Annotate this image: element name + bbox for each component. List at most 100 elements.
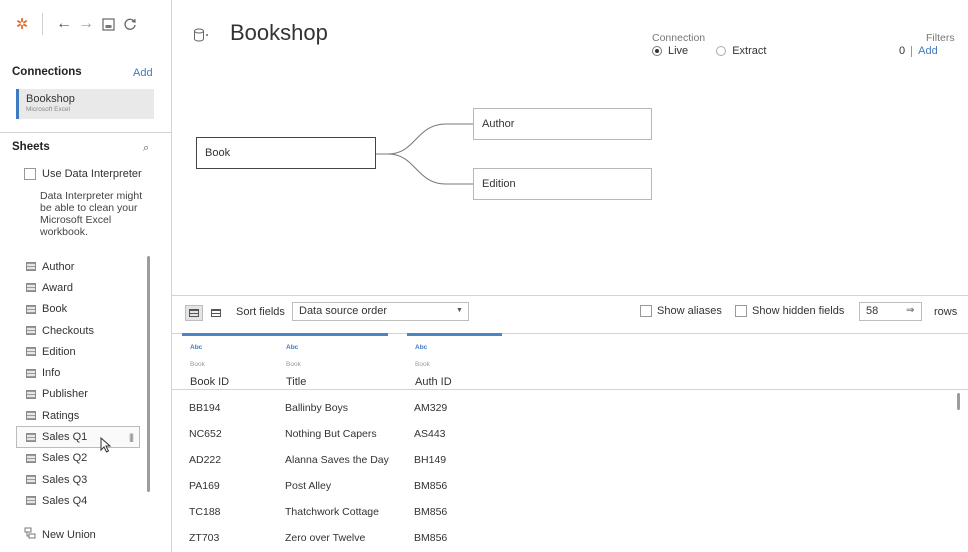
sheet-item-book[interactable]: Book [26,299,141,320]
connection-mode-group: Live Extract [652,45,766,57]
sheets-title: Sheets [12,141,50,153]
show-hidden-fields-checkbox[interactable] [735,305,747,317]
canvas-table-author[interactable]: Author [473,108,652,140]
live-label: Live [668,45,689,57]
sheet-item-sales-q2[interactable]: Sales Q2 [26,448,141,469]
cell-title: Nothing But Capers [285,428,377,440]
grid-view-button[interactable] [185,305,203,321]
sheet-item-publisher[interactable]: Publisher [26,384,141,405]
sheet-label: Sales Q4 [42,494,88,507]
show-aliases-option[interactable]: Show aliases [640,305,722,317]
left-pane: ✲ ← → Connections Add Bookshop Microsoft… [0,0,172,552]
arrow-left-icon[interactable]: ← [53,13,75,35]
list-view-button[interactable] [207,305,225,321]
sheet-table-icon [26,432,36,442]
string-type-icon[interactable]: Abc [286,344,298,351]
cell-auth-id: BM856 [414,532,448,544]
list-view-icon [211,309,221,317]
table-row: PA169 Post Alley BM856 [172,471,952,497]
sheet-item-checkouts[interactable]: Checkouts [26,320,141,341]
arrow-right-icon[interactable]: ⇒ [906,305,914,316]
sort-fields-label: Sort fields [236,306,285,318]
data-interpreter-checkbox[interactable] [24,168,36,180]
sheet-label: Publisher [42,388,88,401]
sheets-scrollbar[interactable] [147,256,150,492]
sheet-label: Book [42,303,68,316]
column-source: Book [286,361,301,368]
column-name: Title [286,376,307,388]
cell-title: Alanna Saves the Day [285,454,389,466]
sheet-item-sales-q3[interactable]: Sales Q3 [26,469,141,490]
table-row: BB194 Ballinby Boys AM329 [172,393,952,419]
datasource-title[interactable]: Bookshop [230,20,328,46]
sheet-table-icon [26,304,36,314]
add-filter-link[interactable]: Add [918,45,938,57]
canvas-table-book[interactable]: Book [196,137,376,169]
sheet-list: Author Award Book Checkouts Edition Info… [16,256,141,512]
sheet-item-award[interactable]: Award [26,277,141,298]
tableau-logo-icon[interactable]: ✲ [12,14,32,34]
cell-book-id: PA169 [189,480,220,492]
sheet-item-info[interactable]: Info [26,362,141,383]
grid-scrollbar[interactable] [957,393,960,410]
column-source: Book [415,361,430,368]
sheet-item-author[interactable]: Author [26,256,141,277]
show-hidden-fields-option[interactable]: Show hidden fields [735,305,844,317]
table-row: AD222 Alanna Saves the Day BH149 [172,445,952,471]
string-type-icon[interactable]: Abc [415,344,427,351]
data-interpreter-option[interactable]: Use Data Interpreter [24,168,142,180]
cell-auth-id: AM329 [414,402,448,414]
cell-auth-id: BM856 [414,480,448,492]
sheet-item-sales-q1[interactable]: Sales Q1 ||| [16,426,140,448]
cell-book-id: TC188 [189,506,221,518]
extract-radio[interactable] [716,46,727,56]
cell-book-id: NC652 [189,428,222,440]
datasource-icon [193,27,213,47]
search-icon[interactable]: ⌕ [143,142,149,155]
cell-book-id: AD222 [189,454,222,466]
filters-row: 0 Add [899,45,938,57]
sheet-label: Checkouts [42,324,94,337]
new-union-item[interactable]: New Union [24,527,96,542]
sheet-item-sales-q4[interactable]: Sales Q4 [26,490,141,511]
filters-label: Filters [926,32,955,44]
sheet-table-icon [26,496,36,506]
sort-fields-select[interactable]: Data source order [292,302,469,321]
string-type-icon[interactable]: Abc [190,344,202,351]
sheet-table-icon [26,347,36,357]
sheet-item-edition[interactable]: Edition [26,341,141,362]
view-data-icon[interactable]: ||| [129,432,134,442]
column-name: Book ID [190,376,230,388]
cell-book-id: BB194 [189,402,221,414]
sheet-label: Sales Q2 [42,452,88,465]
save-icon[interactable] [97,13,119,35]
arrow-right-icon[interactable]: → [75,13,97,35]
sheet-table-icon [26,262,36,272]
canvas-table-edition[interactable]: Edition [473,168,652,200]
show-aliases-checkbox[interactable] [640,305,652,317]
sheet-table-icon [26,368,36,378]
table-row: TC188 Thatchwork Cottage BM856 [172,497,952,523]
refresh-icon[interactable] [119,13,141,35]
data-interpreter-label: Use Data Interpreter [42,168,142,180]
chevron-down-icon[interactable]: ▼ [456,307,463,314]
header-divider [172,389,968,390]
mouse-pointer-icon [100,436,112,458]
add-connection-link[interactable]: Add [133,67,153,79]
show-hidden-fields-label: Show hidden fields [752,305,845,317]
column-name: Auth ID [415,376,452,388]
connections-title: Connections [12,66,82,78]
sheet-item-ratings[interactable]: Ratings [26,405,141,426]
column-source: Book [190,361,205,368]
extract-label: Extract [732,45,767,57]
union-icon [24,527,36,542]
connection-name: Bookshop [26,93,75,105]
column-header-book-id[interactable]: Abc Book Book ID [182,333,292,389]
section-divider [0,132,172,133]
live-radio[interactable] [652,46,662,56]
column-header-title[interactable]: Abc Book Title [278,333,388,389]
filters-divider [911,45,913,57]
connection-item-bookshop[interactable]: Bookshop Microsoft Excel [16,89,154,119]
rows-label: rows [934,306,958,318]
column-header-auth-id[interactable]: Abc Book Auth ID [407,333,502,389]
